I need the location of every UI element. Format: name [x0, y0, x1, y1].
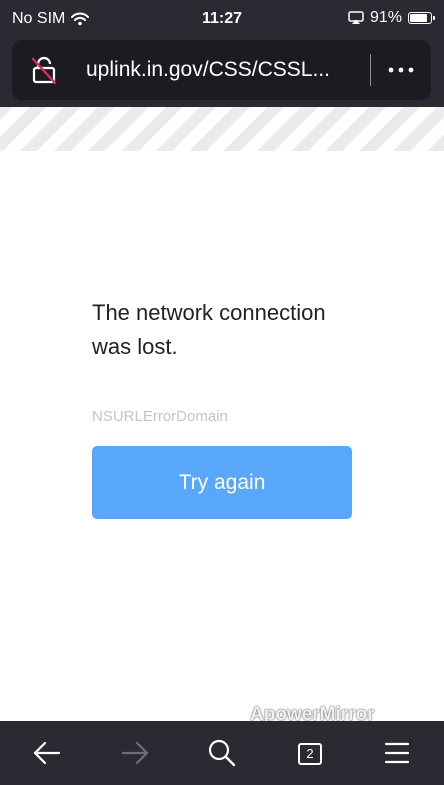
url-text[interactable]: uplink.in.gov/CSS/CSSL...	[86, 58, 361, 82]
status-right: 91%	[348, 9, 435, 27]
forward-arrow-icon[interactable]	[119, 737, 151, 769]
battery-percent: 91%	[369, 9, 402, 26]
status-bar: No SIM 11:27 91%	[0, 0, 444, 40]
error-message: The network connection was lost.	[92, 300, 326, 359]
search-icon[interactable]	[206, 737, 238, 769]
screen-mirroring-icon	[348, 11, 364, 25]
hamburger-menu-icon[interactable]	[381, 737, 413, 769]
tab-count[interactable]: 2	[298, 743, 322, 765]
battery-icon	[408, 12, 435, 24]
battery-tip	[433, 16, 435, 20]
back-arrow-icon[interactable]	[31, 737, 63, 769]
url-bar[interactable]: uplink.in.gov/CSS/CSSL...	[12, 40, 431, 100]
insecure-lock-icon[interactable]	[28, 54, 60, 86]
top-chrome: No SIM 11:27 91% uplink.in.gov/CSS/CSSL.…	[0, 0, 444, 107]
loading-progress-stripes	[0, 107, 444, 151]
browser-screen: No SIM 11:27 91% uplink.in.gov/CSS/CSSL.…	[0, 0, 444, 785]
try-again-button[interactable]: Try again	[92, 446, 352, 519]
bottom-toolbar: 2	[0, 721, 444, 785]
error-domain: NSURLErrorDomain	[92, 408, 228, 425]
tabs-icon[interactable]: 2	[294, 737, 326, 769]
url-divider	[370, 54, 371, 86]
more-horizontal-icon[interactable]	[384, 54, 418, 86]
battery-level-fill	[410, 14, 427, 22]
